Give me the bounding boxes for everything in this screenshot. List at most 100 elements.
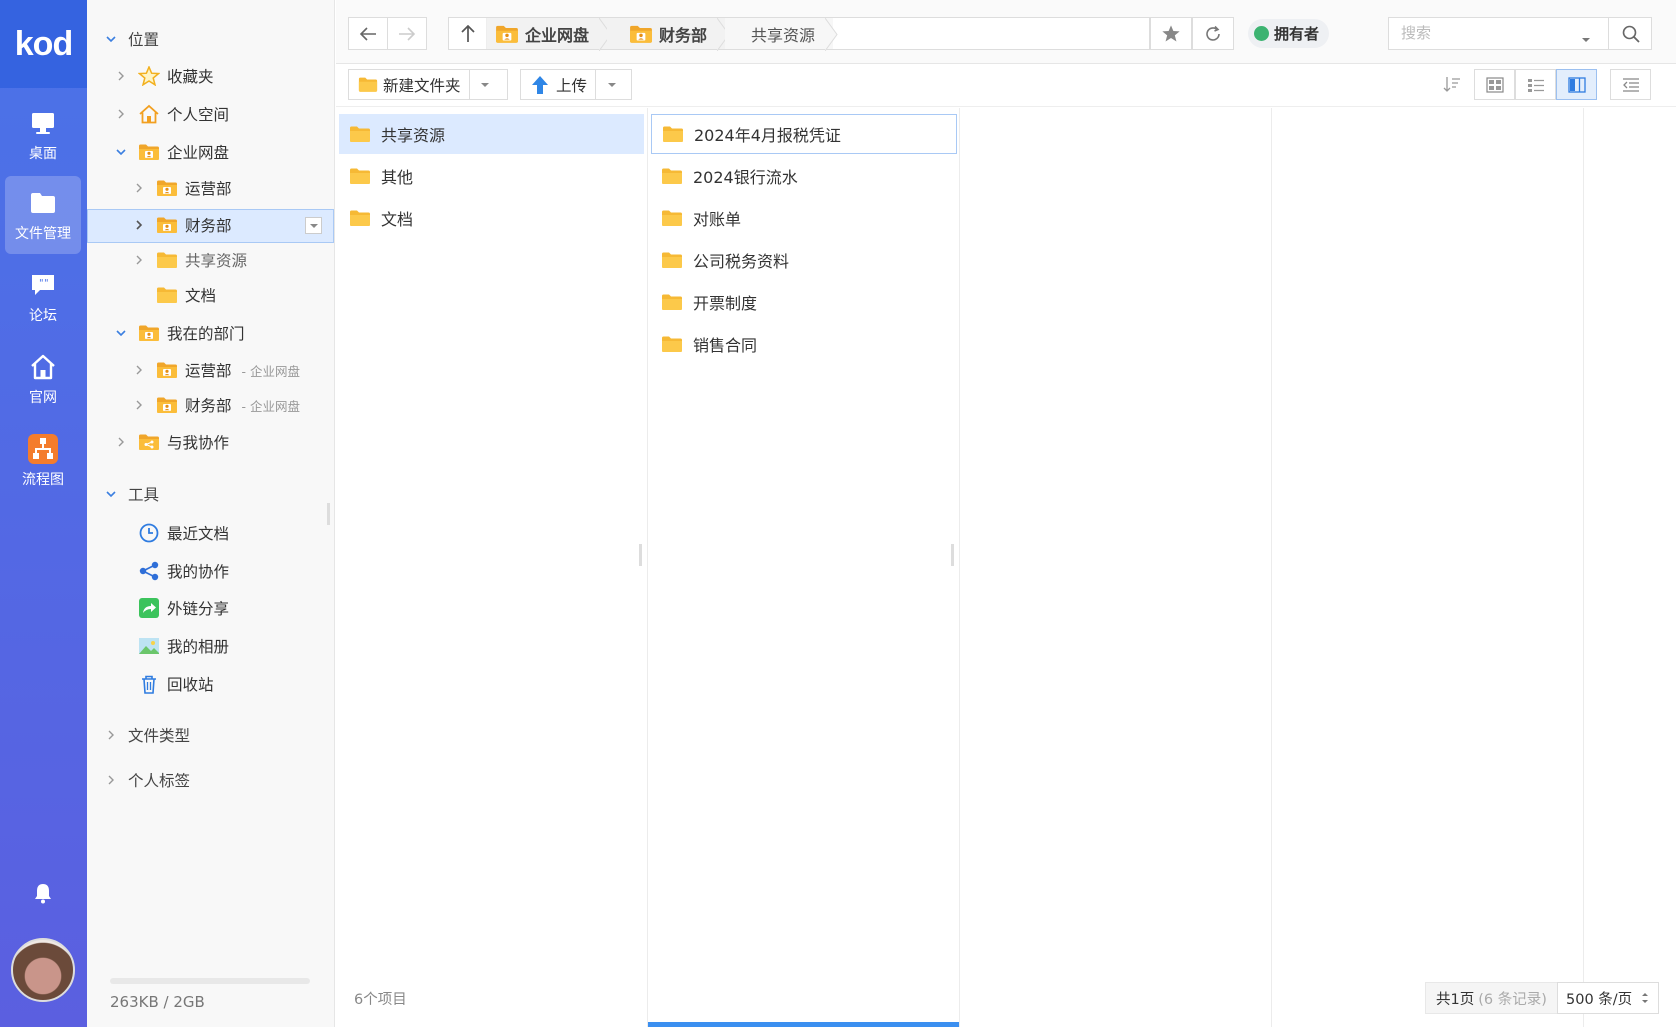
- tree-section-file-types[interactable]: 文件类型: [104, 720, 190, 750]
- per-page-select[interactable]: 500 条/页: [1557, 982, 1659, 1014]
- tree-label: 外链分享: [167, 600, 230, 618]
- arrow-up-icon: [460, 24, 475, 42]
- upload-main[interactable]: 上传: [521, 70, 595, 99]
- tree-label: 收藏夹: [167, 68, 214, 86]
- tree-section-personal-tags[interactable]: 个人标签: [104, 765, 190, 795]
- tree-item-collab-with-me[interactable]: 与我协作: [114, 427, 229, 457]
- breadcrumb: 企业网盘 财务部 共享资源: [448, 17, 1150, 51]
- rail-item-file-manager[interactable]: 文件管理: [5, 176, 81, 254]
- tree-item-ops-dept[interactable]: 运营部: [132, 173, 232, 203]
- rail-item-forum[interactable]: " " 论坛: [5, 258, 81, 336]
- tree-label: 企业网盘: [167, 144, 230, 162]
- arrow-left-icon: [359, 26, 376, 41]
- flowchart-icon: [28, 433, 58, 464]
- upload-dropdown[interactable]: [595, 70, 627, 99]
- record-count: (6 条记录): [1478, 991, 1547, 1008]
- chevron-right-icon: [132, 181, 146, 195]
- storage-quota-bar: [110, 978, 310, 984]
- rail-item-website[interactable]: 官网: [5, 340, 81, 418]
- avatar[interactable]: [11, 938, 75, 1002]
- back-button[interactable]: [348, 17, 388, 50]
- upload-button[interactable]: 上传: [520, 69, 632, 100]
- rail-item-flowchart[interactable]: 流程图: [5, 422, 81, 500]
- department-folder-icon: [156, 360, 178, 380]
- tree-item-personal-space[interactable]: 个人空间: [114, 99, 229, 129]
- list-item[interactable]: 对账单: [651, 198, 957, 238]
- kod-logo[interactable]: kod: [0, 0, 87, 88]
- list-item[interactable]: 销售合同: [651, 324, 957, 364]
- rail-item-desktop[interactable]: 桌面: [5, 96, 81, 174]
- tree-label: 财务部: [185, 397, 232, 415]
- refresh-button[interactable]: [1192, 17, 1234, 50]
- tree-item-documents[interactable]: 文档: [156, 280, 216, 310]
- sort-button[interactable]: [1443, 76, 1463, 94]
- permission-badge[interactable]: 拥有者: [1248, 19, 1330, 48]
- tree-item-finance-dept[interactable]: 财务部: [132, 210, 232, 240]
- active-column-indicator: [648, 1022, 959, 1027]
- breadcrumb-label: 共享资源: [751, 25, 816, 45]
- tree-item-my-ops-dept[interactable]: 运营部 - 企业网盘: [132, 355, 300, 385]
- list-item[interactable]: 公司税务资料: [651, 240, 957, 280]
- search-scope-dropdown[interactable]: [1581, 30, 1591, 48]
- tree-item-shared-resources[interactable]: 共享资源: [132, 245, 247, 275]
- search-input[interactable]: [1389, 18, 1589, 49]
- share-arrow-icon: [139, 598, 159, 618]
- view-column-button[interactable]: [1556, 69, 1597, 100]
- folder-icon: [349, 125, 371, 143]
- item-name: 对账单: [693, 210, 742, 229]
- folder-icon: [661, 209, 683, 227]
- view-icon-grid-button[interactable]: [1474, 69, 1515, 100]
- list-item[interactable]: 其他: [339, 156, 644, 196]
- tree-label: 我的协作: [167, 563, 230, 581]
- tree-item-enterprise-disk[interactable]: 企业网盘: [114, 137, 229, 167]
- tree-item-my-album[interactable]: 我的相册: [138, 631, 229, 661]
- rail-item-label: 官网: [29, 389, 57, 406]
- tree-section-location[interactable]: 位置: [104, 24, 159, 54]
- list-item[interactable]: 2024银行流水: [651, 156, 957, 196]
- tree-item-favorites[interactable]: 收藏夹: [114, 61, 214, 91]
- favorite-button[interactable]: [1150, 17, 1192, 50]
- new-folder-dropdown[interactable]: [468, 70, 501, 99]
- button-label: 上传: [556, 76, 588, 95]
- forward-button[interactable]: [387, 17, 427, 50]
- folder-icon: [662, 125, 684, 143]
- tree-item-my-collab[interactable]: 我的协作: [138, 556, 229, 586]
- tree-section-tools[interactable]: 工具: [104, 479, 159, 509]
- tree-label: 与我协作: [167, 434, 230, 452]
- trash-icon: [142, 675, 156, 694]
- breadcrumb-label: 财务部: [659, 25, 708, 45]
- breadcrumb-item-finance-dept[interactable]: 财务部: [607, 18, 730, 51]
- tree-label: 运营部: [185, 180, 232, 198]
- folder-icon: [661, 167, 683, 185]
- new-folder-button[interactable]: 新建文件夹: [348, 69, 508, 100]
- breadcrumb-item-shared-resources[interactable]: 共享资源: [725, 18, 838, 51]
- breadcrumb-item-enterprise-disk[interactable]: 企业网盘: [487, 18, 612, 51]
- bell-icon[interactable]: [33, 882, 53, 904]
- home-icon: [139, 104, 159, 124]
- column-view-icon: [1567, 76, 1586, 93]
- up-button[interactable]: [449, 18, 487, 49]
- toggle-detail-panel-button[interactable]: [1610, 69, 1651, 100]
- column-resize-handle[interactable]: [951, 544, 954, 566]
- tree-item-my-depts[interactable]: 我在的部门: [114, 318, 245, 348]
- list-view-icon: [1527, 78, 1544, 92]
- department-folder-icon: [156, 178, 178, 198]
- svg-text:": ": [44, 278, 49, 289]
- tree-resize-handle[interactable]: [327, 503, 330, 525]
- tree-item-menu-button[interactable]: [305, 217, 322, 234]
- tree-item-my-finance-dept[interactable]: 财务部 - 企业网盘: [132, 390, 300, 420]
- tree-sublabel: - 企业网盘: [241, 363, 300, 379]
- tree-item-recycle-bin[interactable]: 回收站: [138, 669, 214, 699]
- column-resize-handle[interactable]: [639, 544, 642, 566]
- list-item[interactable]: 共享资源: [339, 114, 644, 154]
- list-item[interactable]: 2024年4月报税凭证: [651, 114, 957, 154]
- column-divider: [959, 108, 960, 1027]
- column-divider: [647, 108, 648, 1027]
- list-item[interactable]: 文档: [339, 198, 644, 238]
- view-list-button[interactable]: [1515, 69, 1556, 100]
- list-item[interactable]: 开票制度: [651, 282, 957, 322]
- search-button[interactable]: [1608, 17, 1652, 50]
- tree-item-recent-docs[interactable]: 最近文档: [138, 518, 229, 548]
- tree-item-link-share[interactable]: 外链分享: [138, 593, 229, 623]
- new-folder-main[interactable]: 新建文件夹: [349, 70, 469, 99]
